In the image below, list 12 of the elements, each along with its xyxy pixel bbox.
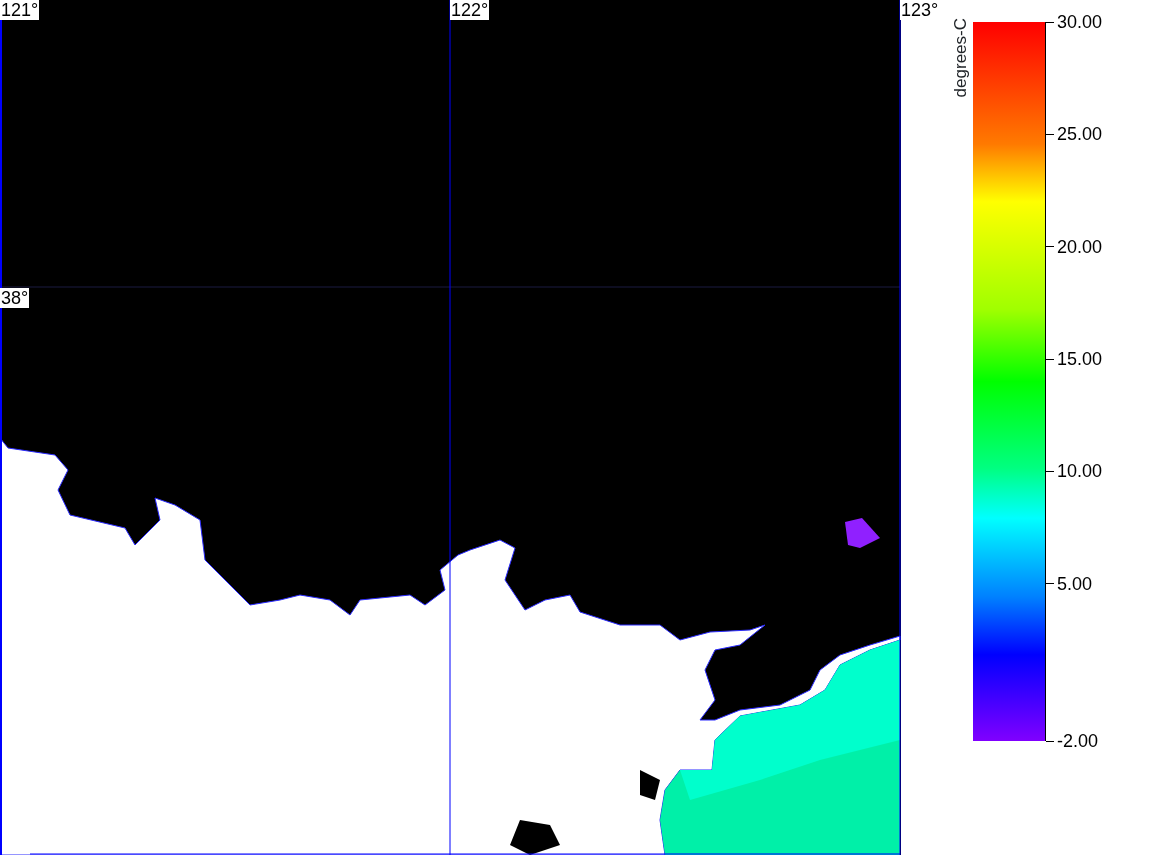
scale-tick-label: 5.00 [1057, 573, 1093, 594]
scale-tick-label: -2.00 [1057, 731, 1099, 751]
scale-tick-label: 15.00 [1057, 349, 1103, 370]
unit-label: degrees-C [950, 18, 971, 98]
longitude-label: 122° [450, 0, 490, 20]
scale-tick-label: 30.00 [1057, 12, 1103, 32]
scale-tick-label: 25.00 [1057, 124, 1103, 145]
longitude-label: 123° [900, 0, 940, 20]
latitude-label: 38° [0, 288, 30, 308]
longitude-label: 121° [0, 0, 40, 20]
scale-tick-label: 10.00 [1057, 461, 1103, 482]
scale-tick-label: 20.00 [1057, 236, 1103, 257]
